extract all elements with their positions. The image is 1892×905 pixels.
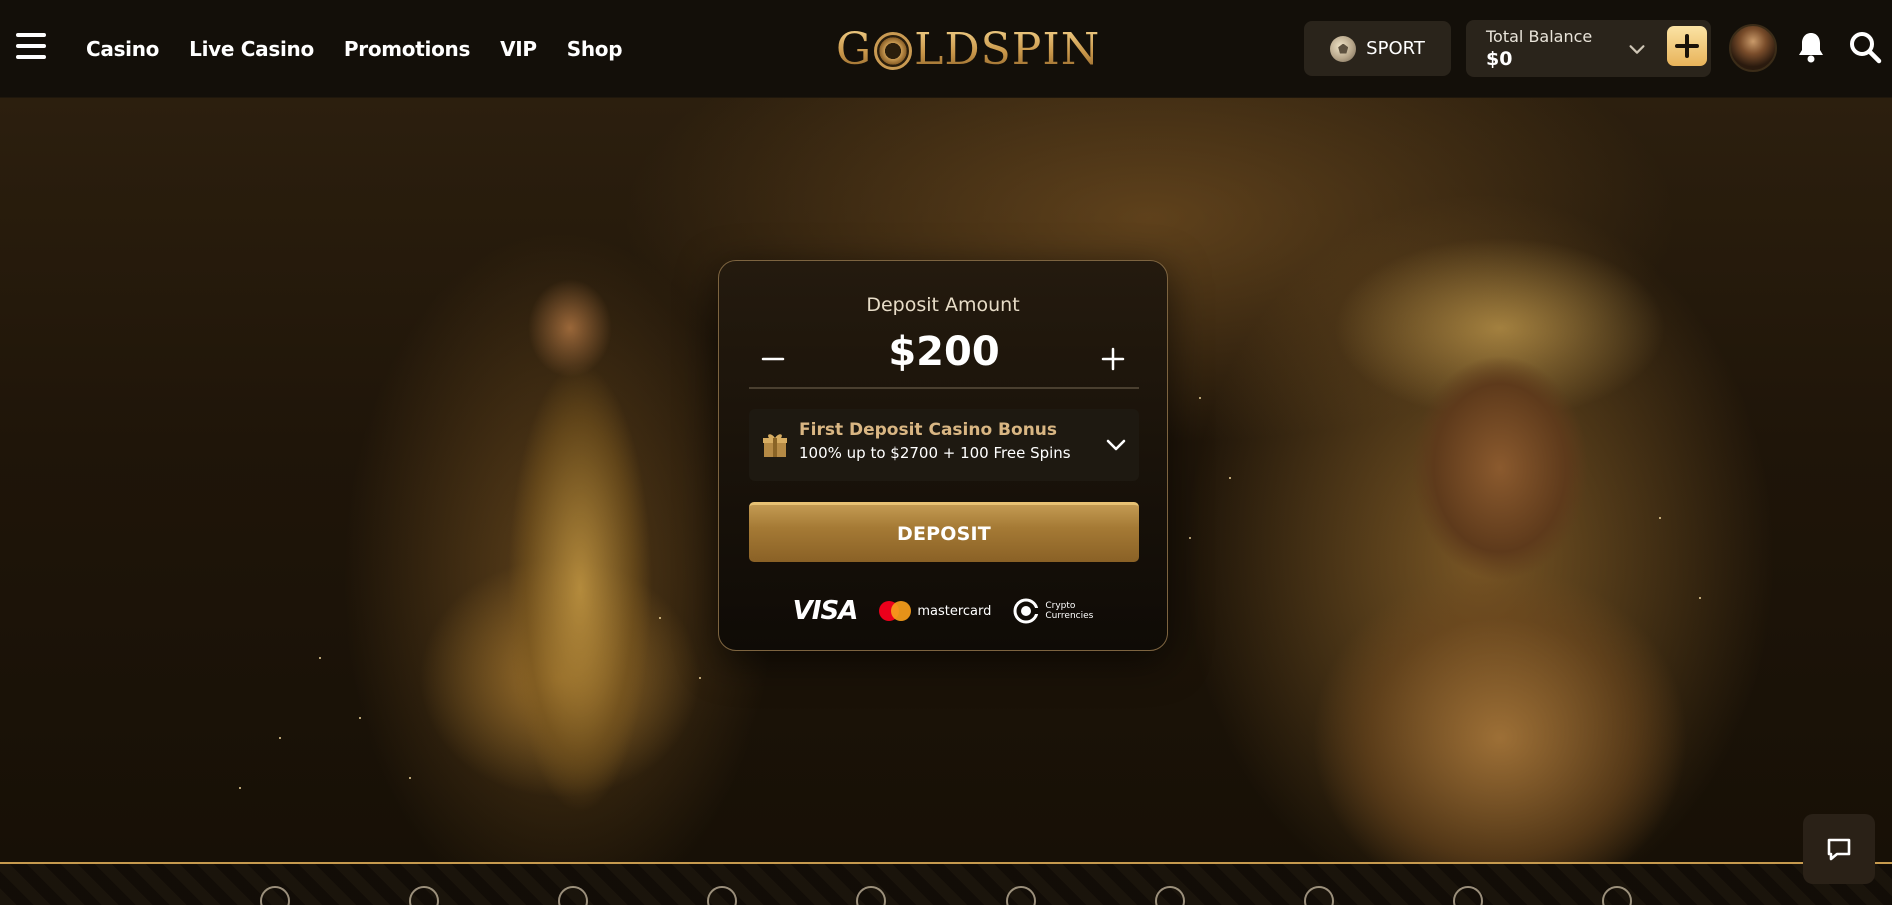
balance-amount: $0 — [1486, 48, 1513, 70]
mastercard-icon — [879, 601, 912, 621]
search-icon[interactable] — [1848, 30, 1882, 64]
mastercard-label: mastercard — [917, 603, 992, 619]
increase-amount-button[interactable] — [1093, 339, 1133, 379]
bonus-subtitle: 100% up to $2700 + 100 Free Spins — [799, 444, 1071, 462]
deposit-button[interactable]: DEPOSIT — [749, 502, 1139, 562]
category-strip — [0, 862, 1892, 905]
bonus-selector[interactable]: First Deposit Casino Bonus 100% up to $2… — [749, 409, 1139, 481]
plus-icon — [1101, 347, 1125, 371]
deposit-amount-value[interactable]: $200 — [819, 329, 1069, 375]
crypto-label-line2: Currencies — [1045, 611, 1094, 621]
category-icon[interactable] — [408, 886, 439, 905]
add-funds-button[interactable] — [1667, 26, 1707, 66]
category-icon[interactable] — [557, 886, 588, 905]
live-chat-button[interactable] — [1803, 814, 1875, 884]
decrease-amount-button[interactable] — [753, 339, 793, 379]
amount-divider — [749, 387, 1139, 389]
category-icons — [0, 886, 1892, 905]
plus-icon — [1675, 34, 1699, 58]
nav-shop[interactable]: Shop — [567, 37, 623, 61]
nav-promotions[interactable]: Promotions — [344, 37, 470, 61]
category-icon[interactable] — [1005, 886, 1036, 905]
logo-wheel-icon — [874, 32, 913, 70]
deposit-amount-label: Deposit Amount — [866, 294, 1020, 316]
sport-label: SPORT — [1366, 38, 1425, 59]
chat-icon — [1827, 838, 1851, 861]
top-header: Casino Live Casino Promotions VIP Shop G… — [0, 0, 1892, 98]
category-icon[interactable] — [1303, 886, 1334, 905]
nav-casino[interactable]: Casino — [86, 37, 159, 61]
user-avatar[interactable] — [1729, 24, 1777, 72]
crypto-icon — [1013, 598, 1040, 624]
mastercard-logo: mastercard — [879, 601, 991, 621]
category-icon[interactable] — [1154, 886, 1185, 905]
chevron-down-icon — [1106, 439, 1126, 451]
deposit-card: Deposit Amount $200 First Deposit Casino… — [718, 260, 1168, 651]
soccer-ball-icon — [1330, 35, 1357, 62]
crypto-label-line1: Crypto — [1045, 601, 1076, 611]
nav-vip[interactable]: VIP — [500, 37, 537, 61]
nav-live-casino[interactable]: Live Casino — [189, 37, 314, 61]
main-nav: Casino Live Casino Promotions VIP Shop — [86, 0, 623, 98]
payment-methods: VISA mastercard Crypto Currencies — [719, 591, 1167, 631]
bell-icon[interactable] — [1796, 30, 1826, 64]
minus-icon — [761, 357, 785, 361]
crypto-logo: Crypto Currencies — [1013, 598, 1093, 624]
chevron-down-icon[interactable] — [1626, 38, 1648, 60]
balance-title: Total Balance — [1486, 27, 1593, 46]
category-icon[interactable] — [1453, 886, 1484, 905]
category-icon[interactable] — [259, 886, 290, 905]
category-icon[interactable] — [1602, 886, 1633, 905]
category-icon[interactable] — [707, 886, 738, 905]
sport-button[interactable]: SPORT — [1304, 21, 1451, 76]
bonus-title: First Deposit Casino Bonus — [799, 420, 1058, 440]
visa-logo: VISA — [792, 596, 859, 626]
gift-icon — [763, 434, 787, 457]
goldspin-logo[interactable]: G LDSPIN — [836, 24, 1100, 75]
category-icon[interactable] — [856, 886, 887, 905]
hamburger-icon[interactable] — [16, 33, 46, 61]
